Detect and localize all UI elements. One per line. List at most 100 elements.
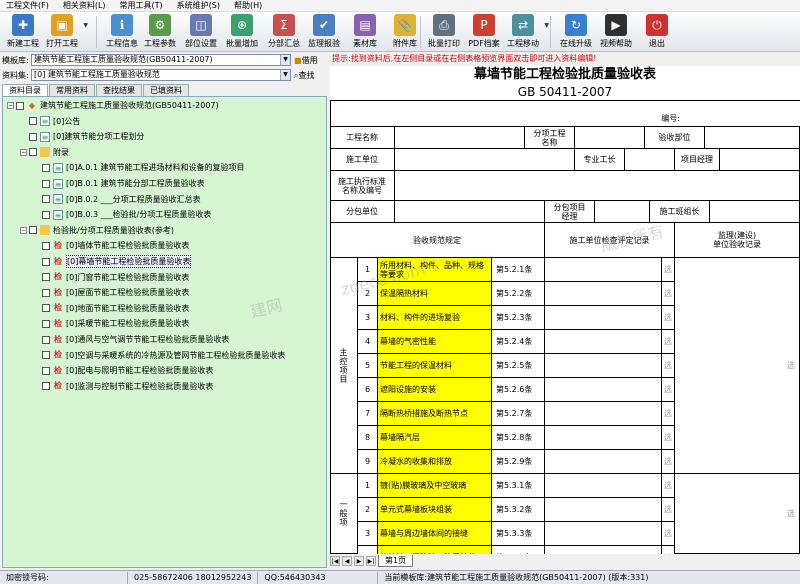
next-sheet-icon[interactable]: ▶ xyxy=(354,556,364,566)
first-sheet-icon[interactable]: |◀ xyxy=(330,556,340,566)
form-cell: 第5.3.1条 xyxy=(492,474,545,498)
tree-node[interactable]: ≡ [0]建筑节能分项工程划分 xyxy=(20,130,144,143)
expand-toggle-icon[interactable]: − xyxy=(7,102,14,109)
tree-checkbox[interactable] xyxy=(42,319,50,328)
toolbar-button-13[interactable]: ↻ 在线升级 xyxy=(556,14,596,50)
toolbar-button-10[interactable]: ⎙ 批量打印 xyxy=(424,14,464,50)
tree-node-label: [0]B.0.2 ___分项工程质量验收汇总表 xyxy=(66,194,201,204)
toolbar-button-2[interactable]: ℹ 工程信息 xyxy=(102,14,142,50)
sheet-tab[interactable]: 第1页 xyxy=(378,555,414,567)
tree-node-label: [0]屋面节能工程检验批质量验收表 xyxy=(66,288,190,298)
tree-checkbox[interactable] xyxy=(16,101,24,110)
chevron-down-icon[interactable]: ▼ xyxy=(280,70,290,80)
tree-node[interactable]: 检 [0]地面节能工程检验批质量验收表 xyxy=(33,302,189,315)
toolbar-button-1[interactable]: ▣ 打开工程 ▼ xyxy=(42,14,88,50)
tree-checkbox[interactable] xyxy=(42,210,50,219)
tree-checkbox[interactable] xyxy=(42,382,50,391)
toolbar-label: 打开工程 xyxy=(46,39,78,48)
toolbar-button-3[interactable]: ⚙ 工程参数 xyxy=(140,14,180,50)
form-cell: 分项工程 名称 xyxy=(525,127,575,149)
toolbar-button-15[interactable]: ⏻ 退出 xyxy=(637,14,677,50)
form-preview[interactable]: 幕墙节能工程检验批质量验收表 GB 50411-2007 编号: 工程名称 分项工程… xyxy=(330,66,800,554)
tree-node[interactable]: 检 [0]空调与采暖系统的冷热源及管网节能工程检验批质量验收表 xyxy=(33,349,285,362)
menu-item-2[interactable]: 常用工具(T) xyxy=(120,0,163,12)
template-lib-combo[interactable]: 建筑节能工程施工质量验收规范(GB50411-2007) ▼ xyxy=(31,54,291,66)
toolbar-button-9[interactable]: 📎 附件库 xyxy=(385,14,425,50)
tree-node[interactable]: 检 [0]墙体节能工程检验批质量验收表 xyxy=(33,239,189,252)
tree-node-label: [0]B.0.1 建筑节能分部工程质量验收表 xyxy=(66,179,205,188)
toolbar-button-8[interactable]: ▤ 素材库 xyxy=(345,14,385,50)
left-tab-3[interactable]: 已填资料 xyxy=(143,84,189,96)
form-cell: 6 xyxy=(358,378,378,402)
form-cell: 8 xyxy=(358,426,378,450)
toolbar-button-7[interactable]: ✔ 监理报验 xyxy=(304,14,344,50)
form-cell xyxy=(545,522,662,546)
tree-node[interactable]: 检 [0]采暖节能工程检验批质量验收表 xyxy=(33,317,189,330)
tree-node[interactable]: 检 [0]幕墙节能工程检验批质量验收表 xyxy=(33,255,192,268)
tree-node[interactable]: 检 [0]监测与控制节能工程检验批质量验收表 xyxy=(33,380,213,393)
menu-item-1[interactable]: 相关资料(L) xyxy=(63,0,106,12)
tree-checkbox[interactable] xyxy=(42,351,50,360)
tree-node[interactable]: ≡ [0]A.0.1 建筑节能工程进场材料和设备的复验项目 xyxy=(33,161,244,174)
tree-node[interactable]: − 检验批/分项工程质量验收表(参考) xyxy=(20,224,174,237)
search-button[interactable]: ⌕查找 xyxy=(294,70,314,81)
form-cell: 幕墙隔汽层 xyxy=(378,426,492,450)
form-cell: 1 xyxy=(358,474,378,498)
tree-node[interactable]: ≡ [0]B.0.3 ___检验批/分项工程质量验收表 xyxy=(33,208,211,221)
tree-node[interactable]: ≡ [0]公告 xyxy=(20,115,80,128)
left-tab-0[interactable]: 资料目录 xyxy=(2,84,48,96)
left-tab-2[interactable]: 查找结果 xyxy=(96,84,142,96)
prev-sheet-icon[interactable]: ◀ xyxy=(342,556,352,566)
form-cell xyxy=(710,201,800,223)
tree-node[interactable]: ≡ [0]B.0.2 ___分项工程质量验收汇总表 xyxy=(33,193,201,206)
data-set-combo[interactable]: [0] 建筑节能工程施工质量验收规范 ▼ xyxy=(31,69,291,81)
menu-item-0[interactable]: 工程文件(F) xyxy=(6,0,49,12)
borrow-button[interactable]: ■借用 xyxy=(294,55,318,66)
online-upgrade-icon: ↻ xyxy=(565,14,587,36)
form-cell: 施工单位 xyxy=(330,149,395,171)
form-cell xyxy=(545,474,662,498)
tree-checkbox[interactable] xyxy=(42,288,50,297)
toolbar-button-0[interactable]: ✚ 新建工程 xyxy=(3,14,43,50)
toolbar-button-4[interactable]: ◫ 部位设置 xyxy=(181,14,221,50)
template-lib-label: 模板库: xyxy=(2,55,29,65)
menu-item-4[interactable]: 帮助(H) xyxy=(234,0,262,12)
toolbar-separator xyxy=(420,16,421,48)
tree-node[interactable]: 检 [0]屋面节能工程检验批质量验收表 xyxy=(33,286,189,299)
toolbar-button-14[interactable]: ▶ 视频帮助 xyxy=(596,14,636,50)
catalog-tree[interactable]: − ◆ 建筑节能工程施工质量验收规范(GB50411-2007) ≡ [0]公告 ≡ [0]… xyxy=(2,96,327,568)
tree-checkbox[interactable] xyxy=(42,241,50,250)
expand-toggle-icon[interactable]: − xyxy=(20,226,27,234)
tree-node[interactable]: ≡ [0]B.0.1 建筑节能分部工程质量验收表 xyxy=(33,177,205,190)
expand-toggle-icon[interactable]: − xyxy=(20,148,27,156)
tree-checkbox[interactable] xyxy=(29,117,37,126)
chevron-down-icon[interactable]: ▼ xyxy=(280,55,290,65)
tree-checkbox[interactable] xyxy=(42,257,50,266)
tree-node[interactable]: − ◆ 建筑节能工程施工质量验收规范(GB50411-2007) xyxy=(7,99,219,112)
tree-node[interactable]: 检 [0]通风与空气调节节能工程检验批质量验收表 xyxy=(33,333,229,346)
dropdown-arrow-icon[interactable]: ▼ xyxy=(544,22,549,29)
form-cell: 第5.2.6条 xyxy=(492,378,545,402)
tree-checkbox[interactable] xyxy=(42,366,50,375)
tree-node[interactable]: 检 [0]门窗节能工程检验批质量验收表 xyxy=(33,271,189,284)
tree-checkbox[interactable] xyxy=(42,304,50,313)
tree-checkbox[interactable] xyxy=(42,179,50,188)
tree-checkbox[interactable] xyxy=(29,132,37,141)
tree-checkbox[interactable] xyxy=(42,163,50,172)
toolbar-button-5[interactable]: ⊕ 批量增加 xyxy=(222,14,262,50)
tree-checkbox[interactable] xyxy=(29,226,37,235)
left-tab-1[interactable]: 常用资料 xyxy=(49,84,95,96)
tree-checkbox[interactable] xyxy=(42,273,50,282)
dropdown-arrow-icon[interactable]: ▼ xyxy=(83,22,88,29)
form-cell xyxy=(545,354,662,378)
last-sheet-icon[interactable]: ▶| xyxy=(366,556,376,566)
toolbar-button-11[interactable]: P PDF档案 xyxy=(464,14,504,50)
tree-checkbox[interactable] xyxy=(42,335,50,344)
tree-node[interactable]: − 附录 xyxy=(20,146,69,159)
tree-checkbox[interactable] xyxy=(42,195,50,204)
toolbar-button-6[interactable]: Σ 分部汇总 xyxy=(264,14,304,50)
toolbar-button-12[interactable]: ⇄ 工程移动 ▼ xyxy=(503,14,549,50)
tree-node[interactable]: 检 [0]配电与照明节能工程检验批质量验收表 xyxy=(33,364,213,377)
tree-checkbox[interactable] xyxy=(29,148,37,157)
menu-item-3[interactable]: 系统维护(S) xyxy=(177,0,220,12)
